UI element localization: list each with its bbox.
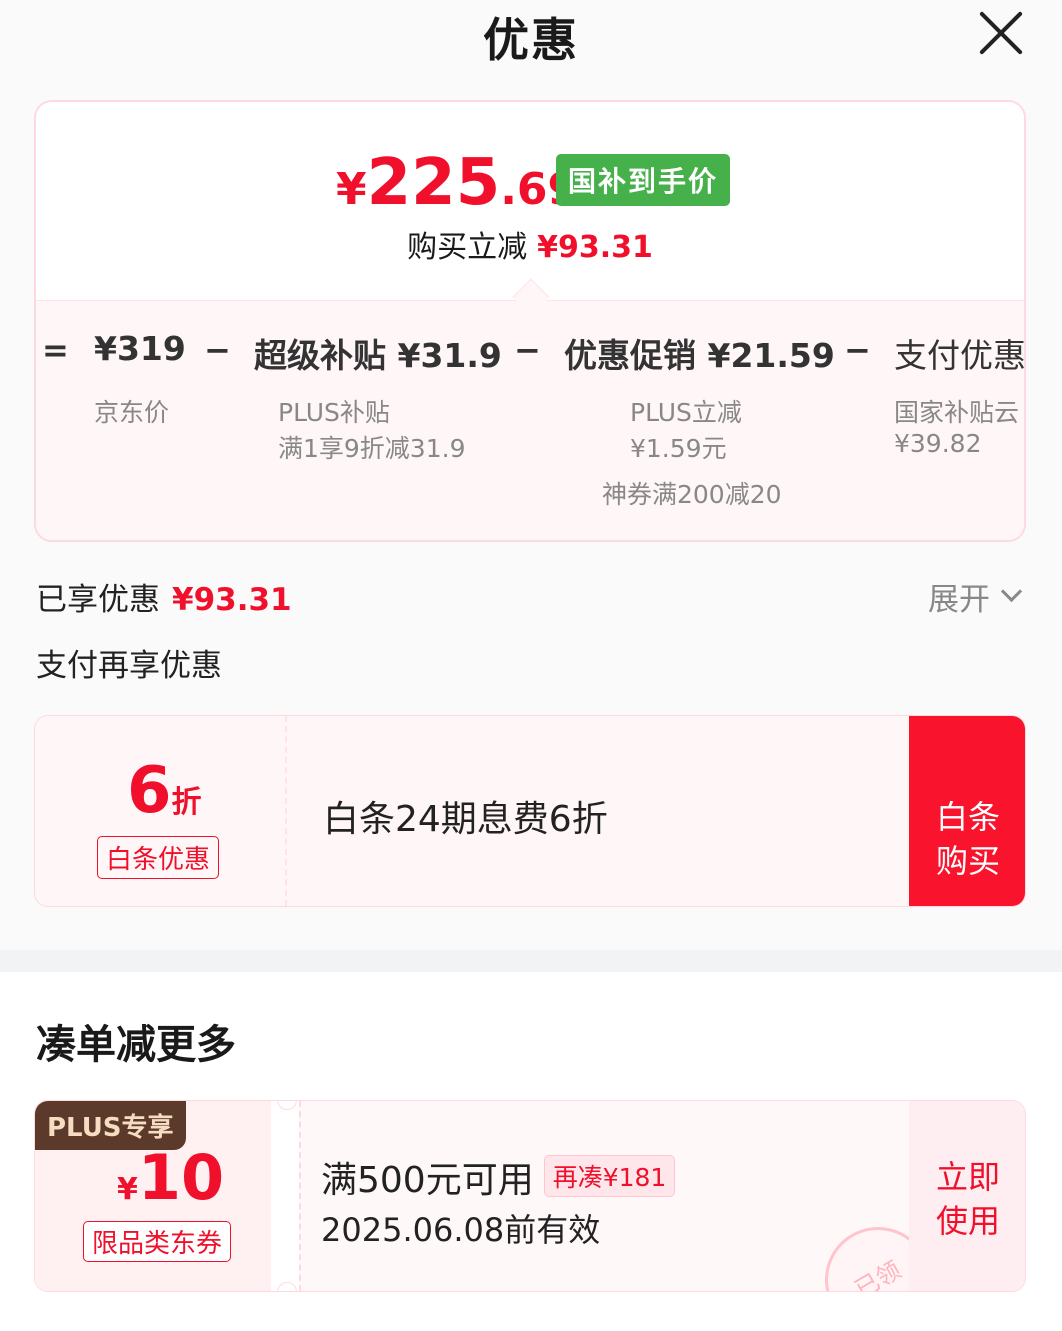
purchase-reduction: 购买立减 ¥93.31	[36, 222, 1024, 266]
coupon-value: 10	[137, 1141, 225, 1214]
breakdown-sub-jd-price: 京东价	[94, 398, 170, 427]
breakdown-sub-coupon: 神券满200减20	[602, 480, 782, 509]
breakdown-sub-plus-subsidy: PLUS补贴	[278, 398, 390, 427]
equals-sign: =	[42, 331, 69, 369]
coupon-expiry: 2025.06.08前有效	[321, 1211, 601, 1249]
price-hero: ¥225.69 国补到手价 购买立减 ¥93.31	[36, 102, 1024, 300]
breakdown-sub-plus-reduce: PLUS立减	[630, 398, 742, 427]
baitiao-buy-button[interactable]: 白条 购买	[909, 716, 1025, 906]
use-coupon-button[interactable]: 立即 使用	[909, 1101, 1025, 1291]
reduction-amount: ¥93.31	[537, 230, 653, 265]
currency-symbol: ¥	[117, 1172, 138, 1207]
breakdown-value-jd-price: ¥319	[94, 329, 186, 368]
reduction-label: 购买立减	[407, 230, 528, 265]
button-line: 立即	[935, 1158, 1000, 1196]
price-breakdown: = ¥319 京东价 − 超级补贴 ¥31.9 PLUS补贴 满1享9折减31.…	[36, 300, 1026, 540]
breakdown-value-super-subsidy: 超级补贴 ¥31.9	[254, 336, 502, 375]
button-line: 购买	[935, 842, 1000, 880]
coupon-condition: 满500元可用 再凑¥181	[321, 1151, 676, 1203]
baitiao-description: 白条24期息费6折	[323, 799, 608, 840]
final-price: ¥225.69	[336, 146, 578, 220]
button-line: 使用	[935, 1202, 1000, 1240]
discount-number: 6	[127, 754, 172, 828]
pay-section-title: 支付再享优惠	[36, 648, 222, 684]
chevron-down-icon[interactable]	[1000, 580, 1023, 603]
coupon-card[interactable]: ¥10 限品类东券 PLUS专享 满500元可用 再凑¥181 2025.06.0…	[34, 1100, 1026, 1292]
enjoyed-discount: 已享优惠 ¥93.31	[36, 574, 292, 619]
coupon-amount: ¥10	[117, 1141, 224, 1214]
breakdown-value-promotion: 优惠促销 ¥21.59	[564, 336, 835, 375]
baitiao-offer-card[interactable]: 6折 白条优惠 白条24期息费6折 白条购买	[34, 715, 1026, 907]
price-integer: 225	[366, 146, 501, 220]
bundle-section-title: 凑单减更多	[36, 1022, 236, 1068]
plus-exclusive-badge: PLUS专享	[35, 1101, 186, 1150]
breakdown-sub-plus-reduce-amount: ¥1.59元	[630, 434, 727, 463]
baitiao-badge: 白条优惠	[97, 836, 220, 879]
minus-sign: −	[844, 331, 871, 369]
coupon-category-badge: 限品类东券	[83, 1221, 232, 1262]
button-line: 白条	[935, 798, 1000, 836]
expand-button[interactable]: 展开	[928, 574, 990, 619]
add-more-tag[interactable]: 再凑¥181	[543, 1155, 676, 1197]
page-title: 优惠	[483, 13, 579, 67]
enjoyed-label: 已享优惠	[36, 582, 160, 618]
subsidy-price-tag: 国补到手价	[556, 154, 731, 206]
enjoyed-amount: ¥93.31	[172, 582, 292, 618]
minus-sign: −	[204, 331, 231, 369]
breakdown-value-payment: 支付优惠	[894, 336, 1026, 375]
baitiao-discount: 6折	[127, 754, 202, 828]
section-divider	[0, 950, 1062, 972]
price-summary-card: ¥225.69 国补到手价 购买立减 ¥93.31 = ¥319 京东价 − 超级…	[34, 100, 1026, 542]
breakdown-sub-plus-discount: 满1享9折减31.9	[278, 434, 466, 463]
minus-sign: −	[514, 331, 541, 369]
breakdown-sub-national-subsidy-amount: ¥39.82	[894, 429, 982, 458]
coupon-condition-text: 满500元可用	[321, 1160, 534, 1201]
close-icon[interactable]	[978, 10, 1024, 56]
price-symbol: ¥	[336, 164, 367, 215]
ticket-notch	[277, 1282, 297, 1291]
breakdown-sub-national-subsidy: 国家补贴云	[894, 398, 1020, 427]
ticket-notch	[277, 1101, 297, 1110]
baitiao-discount-panel: 6折 白条优惠	[35, 716, 287, 906]
discount-unit: 折	[171, 785, 202, 820]
